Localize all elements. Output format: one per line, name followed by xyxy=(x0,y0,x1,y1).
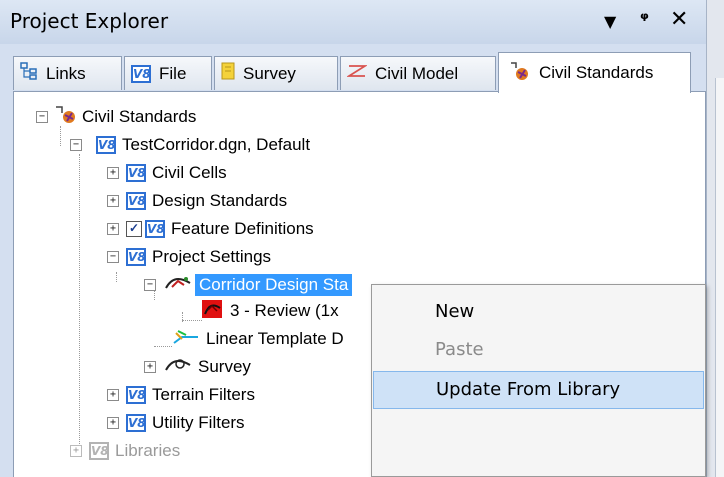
tab-file-label: File xyxy=(159,63,187,83)
v8-icon: V8 xyxy=(126,192,146,210)
menu-item-label: New xyxy=(435,301,475,322)
menu-item-new[interactable]: New xyxy=(372,293,705,331)
v8-icon: V8 xyxy=(131,64,151,83)
v8-icon: V8 xyxy=(126,414,146,432)
tab-civil-standards[interactable]: Civil Standards xyxy=(498,52,691,93)
tree-node-libraries[interactable]: + V8 Libraries xyxy=(70,438,180,464)
panel-titlebar: Project Explorer ▼ ᵠ ✕ xyxy=(0,0,706,44)
v8-icon: V8 xyxy=(126,164,146,182)
close-icon[interactable]: ✕ xyxy=(670,7,688,33)
tab-survey-label: Survey xyxy=(243,63,296,83)
expand-icon[interactable]: + xyxy=(107,223,119,235)
tab-file[interactable]: V8 File xyxy=(124,56,212,90)
tab-civil-model-label: Civil Model xyxy=(375,63,459,83)
linear-template-icon xyxy=(172,327,200,352)
v8-icon: V8 xyxy=(145,220,165,238)
expand-icon[interactable]: + xyxy=(107,167,119,179)
tree-label: Feature Definitions xyxy=(171,219,314,238)
tab-survey[interactable]: Survey xyxy=(214,56,338,90)
menu-item-update-from-library[interactable]: Update From Library xyxy=(373,371,704,409)
tree-label: Utility Filters xyxy=(152,413,245,432)
collapse-icon[interactable]: − xyxy=(70,139,82,151)
tree-node-design-standards[interactable]: + V8 Design Standards xyxy=(107,188,287,214)
expand-icon[interactable]: + xyxy=(107,417,119,429)
expand-icon[interactable]: + xyxy=(144,361,156,373)
v8-icon: V8 xyxy=(96,136,116,154)
tab-civil-standards-label: Civil Standards xyxy=(539,63,654,82)
tree-node-project-settings[interactable]: − V8 Project Settings xyxy=(107,244,271,270)
corridor-icon xyxy=(164,273,192,298)
tab-links-label: Links xyxy=(46,63,86,83)
v8-icon: V8 xyxy=(126,386,146,404)
tree-label: Terrain Filters xyxy=(152,385,255,404)
survey-icon xyxy=(221,62,235,85)
tab-links[interactable]: Links xyxy=(13,56,122,90)
side-scroll-strip xyxy=(706,0,724,477)
pin-icon[interactable]: ᵠ xyxy=(640,7,649,33)
tree-node-utility-filters[interactable]: + V8 Utility Filters xyxy=(107,410,245,436)
civil-standards-icon xyxy=(54,105,80,130)
tree-node-linear-template[interactable]: Linear Template D xyxy=(172,326,344,352)
tree-node-dgn-file[interactable]: − V8 TestCorridor.dgn, Default xyxy=(70,132,310,158)
tree-label: Linear Template D xyxy=(206,329,344,348)
tree-node-civil-standards[interactable]: − Civil Standards xyxy=(36,104,196,130)
civil-standards-icon xyxy=(509,61,531,86)
links-icon xyxy=(20,62,38,85)
collapse-icon[interactable]: − xyxy=(144,279,156,291)
tree-label: TestCorridor.dgn, Default xyxy=(122,135,311,154)
collapse-icon[interactable]: − xyxy=(107,251,119,263)
tree-label: Project Settings xyxy=(152,247,272,266)
v8-icon: V8 xyxy=(89,442,109,460)
menu-item-label: Paste xyxy=(435,339,484,360)
tree-node-terrain-filters[interactable]: + V8 Terrain Filters xyxy=(107,382,255,408)
tree-node-survey[interactable]: + Survey xyxy=(144,354,251,380)
tree-label: 3 - Review (1x xyxy=(230,301,339,320)
tree-node-review[interactable]: 3 - Review (1x xyxy=(200,298,339,324)
survey-settings-icon xyxy=(164,355,192,380)
menu-item-label: Update From Library xyxy=(436,379,621,400)
tab-civil-model[interactable]: Civil Model xyxy=(340,56,496,90)
tree-node-civil-cells[interactable]: + V8 Civil Cells xyxy=(107,160,227,186)
tree-label: Design Standards xyxy=(152,191,288,210)
feature-checkbox[interactable]: ✓ xyxy=(126,221,142,237)
dropdown-arrow-icon[interactable]: ▼ xyxy=(604,9,616,35)
collapse-icon[interactable]: − xyxy=(36,111,48,123)
panel-title: Project Explorer xyxy=(10,9,169,33)
expand-icon[interactable]: + xyxy=(70,445,82,457)
tree-label-selected: Corridor Design Sta xyxy=(195,274,353,296)
tree-node-corridor-design-stages[interactable]: − Corridor Design Sta xyxy=(144,272,353,298)
v8-icon: V8 xyxy=(126,248,146,266)
tree-label: Survey xyxy=(198,357,251,376)
tree-label: Civil Cells xyxy=(152,163,227,182)
expand-icon[interactable]: + xyxy=(107,389,119,401)
context-menu: New Paste Update From Library xyxy=(371,284,706,477)
expand-icon[interactable]: + xyxy=(107,195,119,207)
tree-node-feature-definitions[interactable]: + ✓ V8 Feature Definitions xyxy=(107,216,314,242)
tab-bar: Links V8 File Survey Civil Model Civil S… xyxy=(0,44,706,93)
civil-model-icon xyxy=(345,63,369,84)
tree-label: Libraries xyxy=(115,441,181,460)
tree-label: Civil Standards xyxy=(82,107,197,126)
review-stage-icon xyxy=(200,298,224,325)
menu-item-paste[interactable]: Paste xyxy=(372,331,705,369)
